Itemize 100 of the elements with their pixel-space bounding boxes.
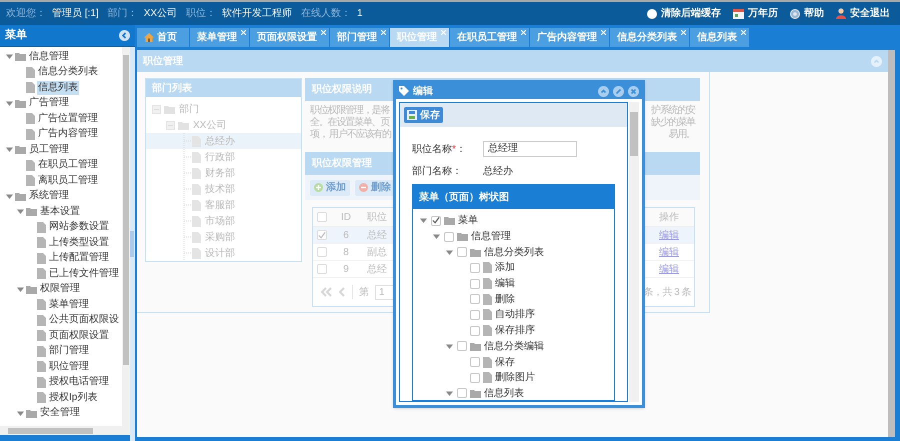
tree-item[interactable]: 网站参数设置 xyxy=(48,220,110,234)
expand-arrow-icon[interactable] xyxy=(446,248,453,256)
tree-item[interactable]: 菜单 xyxy=(458,213,478,228)
expand-arrow-icon[interactable] xyxy=(446,342,453,350)
tree-item[interactable]: 保存 xyxy=(495,354,515,370)
tree-item[interactable]: 职位管理 xyxy=(48,360,90,374)
header-link[interactable]: 清除后端缓存 xyxy=(647,6,721,21)
horizontal-scrollbar[interactable] xyxy=(0,426,130,435)
expand-arrow-icon[interactable] xyxy=(17,286,24,293)
close-icon[interactable] xyxy=(381,30,386,35)
tree-item[interactable]: 删除图片 xyxy=(495,370,535,386)
save-button[interactable]: 保存 xyxy=(404,107,443,123)
tree-item[interactable]: 部门管理 xyxy=(48,344,90,358)
file-icon xyxy=(192,184,201,194)
tree-item[interactable]: 已上传文件管理 xyxy=(48,266,120,281)
scrollbar[interactable] xyxy=(122,47,130,426)
checkbox[interactable] xyxy=(470,294,480,304)
collapse-icon[interactable] xyxy=(119,30,130,41)
tree-item[interactable]: 编辑 xyxy=(495,276,515,292)
tree-item[interactable]: 授权Ip列表 xyxy=(48,390,98,405)
expand-arrow-icon[interactable] xyxy=(446,390,453,397)
header-link[interactable]: 安全退出 xyxy=(836,6,890,21)
scrollbar[interactable] xyxy=(629,102,639,402)
tree-item[interactable]: 信息分类列表 xyxy=(37,65,99,80)
tree-item[interactable]: 页面权限设置 xyxy=(48,328,110,343)
tree-item[interactable]: 公共页面权限设 xyxy=(48,313,120,328)
expand-arrow-icon[interactable] xyxy=(6,146,13,154)
tree-item[interactable]: 删除 xyxy=(495,292,515,307)
tree-item[interactable]: 上传配置管理 xyxy=(48,251,110,266)
close-icon[interactable] xyxy=(628,86,639,96)
tree-item[interactable]: 信息分类编辑 xyxy=(484,338,544,354)
close-icon[interactable] xyxy=(321,30,326,35)
checkbox[interactable] xyxy=(470,278,480,289)
expand-arrow-icon[interactable] xyxy=(6,100,13,107)
position-name-field[interactable]: 总经理 xyxy=(483,141,577,157)
header-link[interactable]: 万年历 xyxy=(733,6,778,21)
checkbox[interactable] xyxy=(444,232,454,242)
checkbox[interactable] xyxy=(470,310,480,320)
file-icon xyxy=(483,372,492,384)
tree-item[interactable]: 在职员工管理 xyxy=(37,158,99,172)
panel-title: 职位管理 xyxy=(143,54,183,68)
close-icon[interactable] xyxy=(241,30,246,35)
minimize-icon[interactable] xyxy=(613,86,624,96)
previous-page-icon[interactable] xyxy=(339,287,346,297)
tree-item[interactable]: 信息分类列表 xyxy=(484,244,544,260)
checkbox[interactable] xyxy=(470,262,480,273)
tree-item[interactable]: 信息管理 xyxy=(28,50,70,64)
checkbox[interactable] xyxy=(317,264,327,274)
tree-item[interactable]: 保存排序 xyxy=(495,323,535,338)
expand-arrow-icon[interactable] xyxy=(420,217,427,224)
tree-item[interactable]: 添加 xyxy=(495,260,515,276)
tree-item[interactable]: 广告位置管理 xyxy=(37,112,99,126)
tree-item[interactable]: 上传类型设置 xyxy=(48,236,110,250)
sidebar-title: 菜单 xyxy=(5,28,27,44)
checkbox[interactable] xyxy=(457,341,467,352)
tree-item[interactable]: 离职员工管理 xyxy=(37,174,99,188)
checkbox[interactable] xyxy=(457,247,467,258)
table-cell-text: 副总 xyxy=(367,246,387,260)
close-icon[interactable] xyxy=(681,30,686,35)
tree-item[interactable]: 安全管理 xyxy=(39,406,81,420)
file-icon xyxy=(483,356,492,368)
expand-arrow-icon[interactable] xyxy=(17,410,24,417)
scrollbar[interactable] xyxy=(888,50,895,437)
first-page-icon[interactable] xyxy=(321,287,333,297)
page-label: 第 xyxy=(359,286,369,300)
collapse-icon[interactable] xyxy=(598,86,609,96)
tree-item[interactable]: 自动排序 xyxy=(495,307,535,322)
tree-item[interactable]: 授权电话管理 xyxy=(48,375,110,390)
collapse-toggle[interactable] xyxy=(152,104,161,114)
expand-arrow-icon[interactable] xyxy=(6,192,13,200)
close-icon[interactable] xyxy=(521,30,526,35)
expand-arrow-icon[interactable] xyxy=(433,233,440,240)
floppy-icon xyxy=(407,110,417,120)
tree-item[interactable]: 信息管理 xyxy=(471,229,511,244)
collapse-toggle[interactable] xyxy=(166,120,175,130)
checkbox[interactable] xyxy=(317,230,327,240)
header-link[interactable]: 帮助 xyxy=(790,6,824,21)
checkbox[interactable] xyxy=(470,326,480,336)
splitter-handle[interactable] xyxy=(130,231,134,257)
tree-item[interactable]: 员工管理 xyxy=(28,142,70,157)
tree-item[interactable]: 基本设置 xyxy=(39,204,81,219)
checkbox[interactable] xyxy=(457,388,467,398)
checkbox[interactable] xyxy=(431,216,441,226)
tree-item[interactable]: 系统管理 xyxy=(28,189,70,204)
tree-item[interactable]: 菜单管理 xyxy=(48,298,90,312)
checkbox[interactable] xyxy=(470,357,480,368)
checkbox[interactable] xyxy=(470,372,480,383)
close-icon[interactable] xyxy=(601,30,606,35)
tree-item[interactable]: 权限管理 xyxy=(39,282,81,296)
checkbox[interactable] xyxy=(317,247,327,257)
tree-item[interactable]: 广告管理 xyxy=(28,96,70,110)
expand-arrow-icon[interactable] xyxy=(17,208,24,216)
close-icon[interactable] xyxy=(741,30,746,35)
tree-item[interactable]: 信息列表 xyxy=(37,80,79,95)
expand-arrow-icon[interactable] xyxy=(6,53,13,60)
close-icon[interactable] xyxy=(441,30,446,35)
checkbox[interactable] xyxy=(317,212,327,222)
tree-item[interactable]: 广告内容管理 xyxy=(37,127,99,142)
file-icon xyxy=(483,278,492,290)
tree-item[interactable]: 信息列表 xyxy=(484,386,524,400)
